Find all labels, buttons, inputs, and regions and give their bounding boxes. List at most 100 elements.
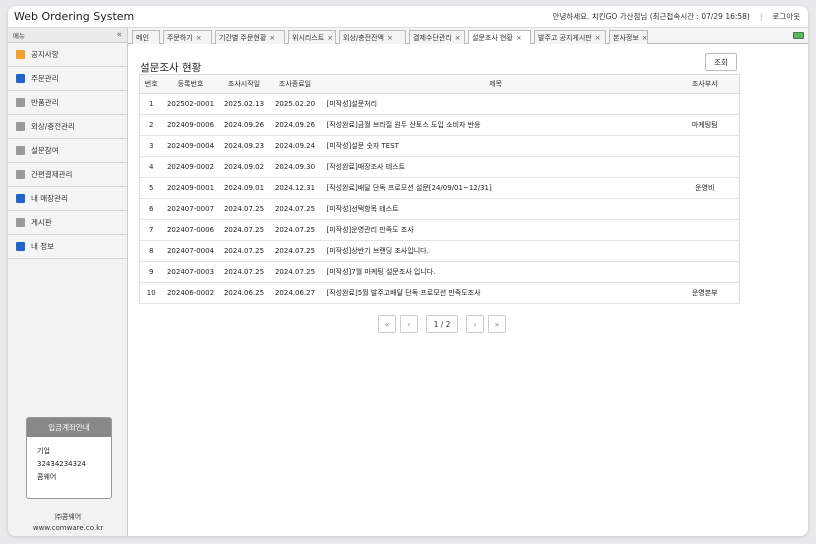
menu-square-icon	[16, 146, 25, 155]
table-row[interactable]: 6 202407-0007 2024.07.25 2024.07.25 [미작성]선택항…	[139, 198, 740, 220]
app-title: Web Ordering System	[14, 10, 135, 23]
tab-label: 외상/충전잔액	[343, 33, 384, 42]
prev-page-button[interactable]: ‹	[400, 315, 418, 333]
sidebar-item-label: 게시판	[31, 218, 52, 227]
sidebar-item[interactable]: 공지사항	[8, 43, 127, 67]
table-cell: 2024.09.01	[218, 177, 270, 199]
table-cell: 2024.09.23	[218, 135, 270, 157]
main-content: 설문조사 현황 조회 번호 등록번호 조사시작일 조사종료일 제목 조사부서 1 20250…	[128, 44, 808, 536]
table-cell: 2024.09.30	[269, 156, 321, 178]
column-header: 조사부서	[670, 74, 740, 94]
table-row[interactable]: 1 202502-0001 2025.02.13 2025.02.20 [미작성]설문처…	[139, 93, 740, 115]
sidebar-item[interactable]: 반품관리	[8, 91, 127, 115]
table-cell	[670, 156, 740, 178]
table-cell: 2024.07.25	[269, 219, 321, 241]
tab[interactable]: 외상/충전잔액 ×	[339, 30, 406, 44]
sidebar-item[interactable]: 주문관리	[8, 67, 127, 91]
tab[interactable]: 본사정보 ×	[609, 30, 648, 44]
sidebar-item[interactable]: 설문참여	[8, 139, 127, 163]
close-tab-icon[interactable]: ×	[516, 34, 522, 42]
table-cell: 2024.06.27	[269, 282, 321, 304]
sidebar-item-label: 주문관리	[31, 74, 59, 83]
account-info-box: 입금계좌안내 기업 32434234324 콤웨어	[26, 417, 112, 499]
company-name: ㈜콤웨어	[54, 513, 82, 521]
close-tab-icon[interactable]: ×	[455, 34, 461, 42]
tab-label: 기간별 주문현황	[219, 33, 267, 42]
menu-list: 공지사항주문관리반품관리외상/충전관리설문참여간편결제관리내 매장관리게시판내 …	[8, 43, 127, 259]
table-cell: [미작성]설문처리	[320, 93, 671, 115]
table-row[interactable]: 2 202409-0006 2024.09.26 2024.09.26 [작성완료]금월…	[139, 114, 740, 136]
table-cell: 10	[139, 282, 163, 304]
sidebar-item-label: 외상/충전관리	[31, 122, 75, 131]
close-tab-icon[interactable]: ×	[269, 34, 275, 42]
close-tab-icon[interactable]: ×	[327, 34, 333, 42]
table-row[interactable]: 7 202407-0006 2024.07.25 2024.07.25 [미작성]운영관…	[139, 219, 740, 241]
table-cell: 7	[139, 219, 163, 241]
tab[interactable]: 기간별 주문현황 ×	[215, 30, 285, 44]
company-info: ㈜콤웨어 www.comware.co.kr	[8, 512, 128, 534]
table-cell	[670, 135, 740, 157]
table-cell: 202502-0001	[162, 93, 219, 115]
menu-square-icon	[16, 218, 25, 227]
greeting-text: 안녕하세요. 치킨GO 가산점님 (최근접속시간 : 07/29 16:58)	[552, 12, 750, 21]
table-cell: 202409-0001	[162, 177, 219, 199]
table-cell: 2024.09.26	[218, 114, 270, 136]
sidebar-item-label: 내 매장관리	[31, 194, 68, 203]
first-page-button[interactable]: «	[378, 315, 396, 333]
tab[interactable]: 위시리스트 ×	[288, 30, 336, 44]
close-tab-icon[interactable]: ×	[387, 34, 393, 42]
tab[interactable]: 설문조사 현황 ×	[468, 30, 531, 45]
table-row[interactable]: 4 202409-0002 2024.09.02 2024.09.30 [작성완료]매장…	[139, 156, 740, 178]
last-page-button[interactable]: »	[488, 315, 506, 333]
table-row[interactable]: 8 202407-0004 2024.07.25 2024.07.25 [미작성]상반기…	[139, 240, 740, 262]
table-cell: 2024.07.25	[218, 240, 270, 262]
table-cell: 202406-0002	[162, 282, 219, 304]
logout-link[interactable]: 로그아웃	[772, 11, 800, 22]
user-area: 안녕하세요. 치킨GO 가산점님 (최근접속시간 : 07/29 16:58) …	[553, 11, 800, 22]
tab-label: 주문하기	[167, 33, 193, 42]
sidebar-item-label: 설문참여	[31, 146, 59, 155]
tab-label: 발주고 공지게시판	[538, 33, 592, 42]
tab[interactable]: 메인	[132, 30, 160, 44]
table-cell: 2024.07.25	[218, 219, 270, 241]
close-tab-icon[interactable]: ×	[642, 34, 648, 42]
table-cell: 4	[139, 156, 163, 178]
table-cell: [미작성]상반기 브랜딩 조사입니다.	[320, 240, 671, 262]
sidebar-item[interactable]: 내 정보	[8, 235, 127, 259]
table-cell: [작성완료]5월 발주고배달 단독 프로모션 만족도조사	[320, 282, 671, 304]
sidebar-item[interactable]: 간편결제관리	[8, 163, 127, 187]
tab-label: 설문조사 현황	[472, 34, 513, 42]
table-cell	[670, 219, 740, 241]
table-cell: 6	[139, 198, 163, 220]
collapse-sidebar-icon[interactable]: «	[116, 30, 122, 40]
menu-square-icon	[16, 194, 25, 203]
table-row[interactable]: 10 202406-0002 2024.06.25 2024.06.27 [작성완료]5…	[139, 282, 740, 304]
menu-square-icon	[16, 98, 25, 107]
next-page-button[interactable]: ›	[466, 315, 484, 333]
table-cell: 202407-0003	[162, 261, 219, 283]
table-row[interactable]: 5 202409-0001 2024.09.01 2024.12.31 [작성완료]배달…	[139, 177, 740, 199]
table-cell: 2024.09.26	[269, 114, 321, 136]
tab-label: 위시리스트	[292, 33, 325, 42]
menu-square-icon	[16, 74, 25, 83]
column-header: 제목	[320, 74, 671, 94]
tab[interactable]: 주문하기 ×	[163, 30, 212, 44]
column-header: 등록번호	[162, 74, 219, 94]
sidebar-item[interactable]: 외상/충전관리	[8, 115, 127, 139]
table-cell: 202409-0004	[162, 135, 219, 157]
account-holder: 콤웨어	[37, 473, 57, 481]
table-row[interactable]: 9 202407-0003 2024.07.25 2024.07.25 [미작성]7월 …	[139, 261, 740, 283]
sidebar-item[interactable]: 내 매장관리	[8, 187, 127, 211]
sidebar-item[interactable]: 게시판	[8, 211, 127, 235]
close-tab-icon[interactable]: ×	[196, 34, 202, 42]
survey-table: 번호 등록번호 조사시작일 조사종료일 제목 조사부서 1 202502-0001 2025.…	[139, 74, 740, 304]
table-cell	[670, 261, 740, 283]
close-tab-icon[interactable]: ×	[595, 34, 601, 42]
search-button[interactable]: 조회	[705, 53, 737, 71]
table-cell: 마케팅팀	[670, 114, 740, 136]
table-cell: 2024.07.25	[269, 198, 321, 220]
table-cell	[670, 240, 740, 262]
tab[interactable]: 결제수단관리 ×	[409, 30, 465, 44]
tab[interactable]: 발주고 공지게시판 ×	[534, 30, 606, 44]
table-row[interactable]: 3 202409-0004 2024.09.23 2024.09.24 [미작성]설문 …	[139, 135, 740, 157]
